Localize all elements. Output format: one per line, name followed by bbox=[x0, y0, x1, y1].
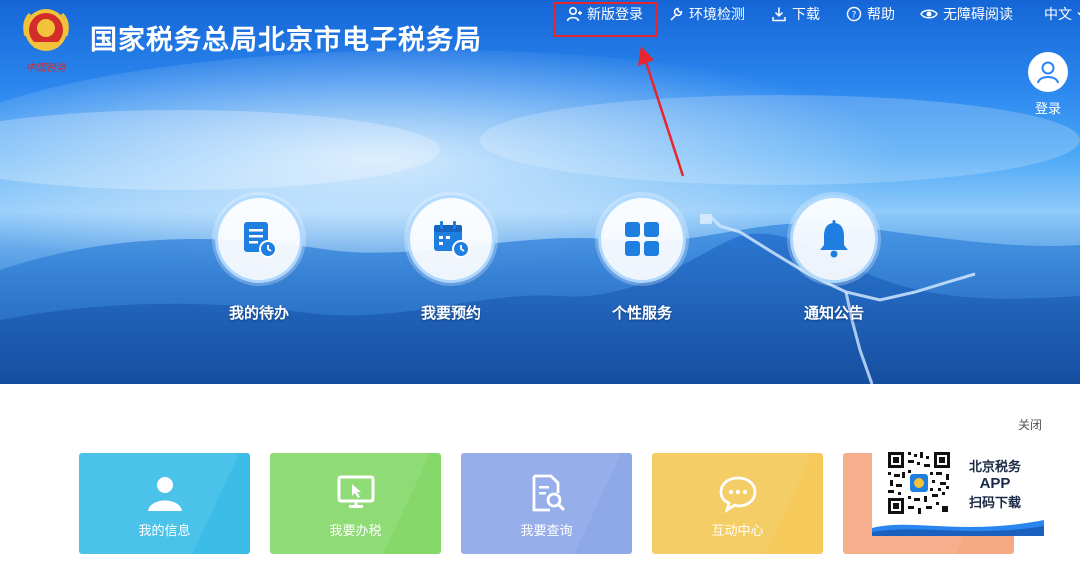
nav-label: 中文 bbox=[1044, 6, 1072, 22]
feature-icon-circle bbox=[790, 195, 878, 283]
nav-language-select[interactable]: 中文 bbox=[1044, 4, 1080, 24]
great-wall-background bbox=[0, 50, 1080, 384]
feature-label: 我的待办 bbox=[228, 305, 289, 322]
app-qr-promo[interactable]: 北京税务 APP 扫码下载 bbox=[872, 446, 1044, 536]
chat-icon bbox=[719, 476, 756, 513]
nav-label: 无障碍阅读 bbox=[943, 6, 1013, 22]
feature-label: 个性服务 bbox=[611, 305, 672, 322]
qr-code-icon bbox=[886, 450, 952, 516]
qr-line-1: 北京税务 bbox=[968, 459, 1021, 474]
tile-label: 互动中心 bbox=[711, 523, 764, 538]
user-icon bbox=[1037, 61, 1059, 84]
highlight-annotation-box bbox=[553, 2, 658, 37]
decorative-wave bbox=[872, 520, 1044, 536]
tile-label: 我的信息 bbox=[138, 523, 191, 538]
feature-label: 我要预约 bbox=[420, 305, 481, 322]
grid-icon bbox=[625, 222, 659, 256]
qr-promo-text: 北京税务 APP 扫码下载 bbox=[960, 456, 1030, 511]
close-button[interactable]: 关闭 bbox=[1018, 416, 1042, 433]
nav-label: 帮助 bbox=[867, 6, 895, 22]
login-button[interactable]: 登录 bbox=[1027, 52, 1069, 117]
login-avatar bbox=[1028, 52, 1068, 92]
feature-my-todo[interactable]: 我的待办 bbox=[214, 195, 304, 323]
feature-personal-service[interactable]: 个性服务 bbox=[597, 195, 687, 323]
person-icon bbox=[147, 477, 182, 511]
feature-icon-circle bbox=[407, 195, 495, 283]
nav-label: 环境检测 bbox=[689, 6, 745, 22]
monitor-icon bbox=[337, 475, 374, 508]
tile-my-info[interactable]: 我的信息 bbox=[79, 453, 250, 554]
calendar-icon bbox=[434, 221, 470, 258]
nav-accessibility[interactable]: 无障碍阅读 bbox=[920, 4, 1013, 24]
eye-icon bbox=[920, 9, 938, 19]
tax-emblem-logo: 中国税务 bbox=[23, 9, 69, 74]
svg-text:?: ? bbox=[852, 11, 857, 21]
logo-caption: 中国税务 bbox=[26, 62, 67, 74]
wrench-icon bbox=[670, 7, 683, 21]
tile-interaction-center[interactable]: 互动中心 bbox=[652, 453, 823, 554]
feature-notice[interactable]: 通知公告 bbox=[789, 195, 879, 323]
tile-tax-handling[interactable]: 我要办税 bbox=[270, 453, 441, 554]
nav-download[interactable]: 下载 bbox=[771, 4, 820, 24]
feature-icon-circle bbox=[598, 195, 686, 283]
feature-label: 通知公告 bbox=[803, 305, 864, 322]
download-icon bbox=[772, 7, 786, 22]
tile-label: 我要查询 bbox=[520, 523, 573, 538]
todo-icon bbox=[244, 222, 277, 258]
bell-icon bbox=[820, 220, 848, 258]
feature-icon-circle bbox=[215, 195, 303, 283]
qr-line-3: 扫码下载 bbox=[968, 495, 1021, 510]
help-circle-icon: ? bbox=[846, 6, 862, 22]
hero-banner: 中国税务 国家税务总局北京市电子税务局 新版登录 环境检测 下载 ? 帮助 无障… bbox=[0, 0, 1080, 384]
nav-help[interactable]: ? 帮助 bbox=[846, 4, 895, 24]
nav-environment-check[interactable]: 环境检测 bbox=[668, 4, 745, 24]
feature-appointment[interactable]: 我要预约 bbox=[406, 195, 496, 323]
tile-label: 我要办税 bbox=[329, 523, 382, 538]
nav-label: 下载 bbox=[792, 6, 820, 22]
qr-line-2: APP bbox=[979, 475, 1011, 492]
document-search-icon bbox=[532, 474, 565, 512]
login-label: 登录 bbox=[1034, 101, 1061, 116]
site-title: 国家税务总局北京市电子税务局 bbox=[90, 25, 482, 55]
tile-query[interactable]: 我要查询 bbox=[461, 453, 632, 554]
